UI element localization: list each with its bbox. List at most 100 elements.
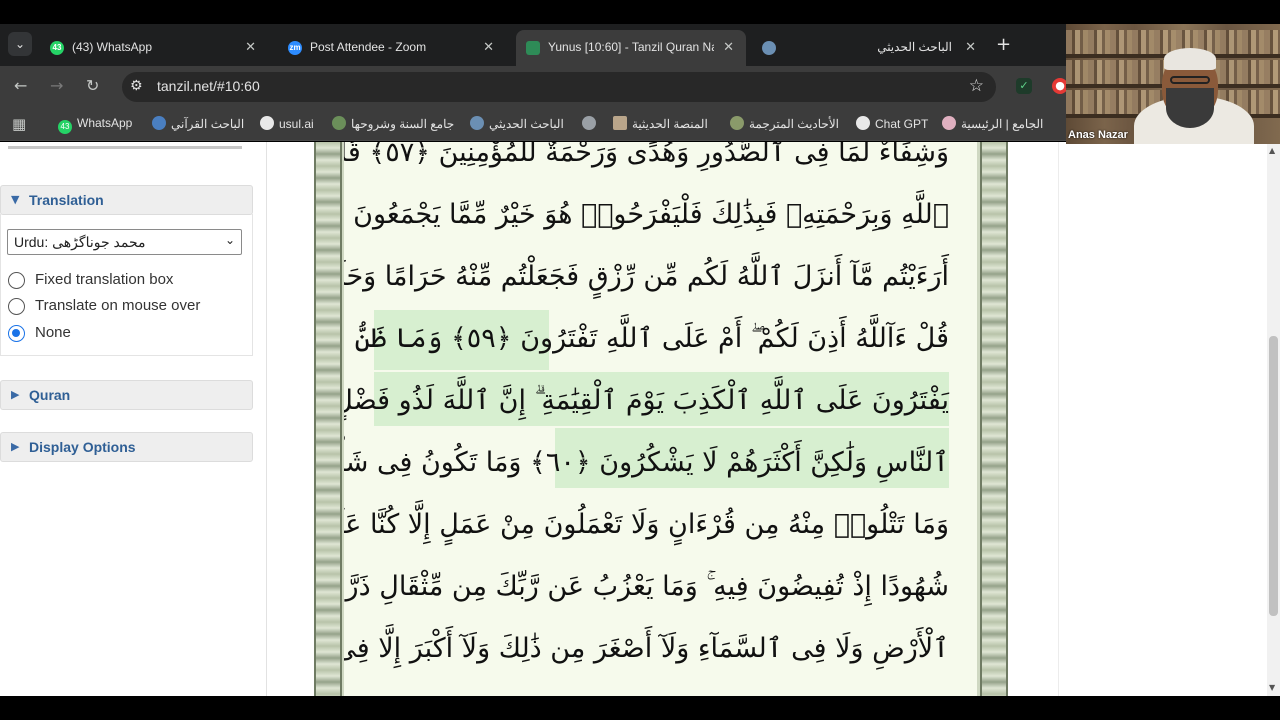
bookmark-icon — [942, 116, 956, 130]
tanzil-icon — [526, 41, 540, 55]
scroll-down-icon[interactable]: ▼ — [1269, 683, 1275, 692]
tab-title: Post Attendee - Zoom — [310, 40, 427, 54]
url-text: tanzil.net/#10:60 — [157, 78, 260, 94]
forward-icon[interactable]: → — [50, 76, 63, 95]
selected-translation: Urdu: محمد جوناگڑھی — [14, 234, 146, 250]
tab-title: Yunus [10:60] - Tanzil Quran Na — [548, 40, 714, 54]
tab-whatsapp[interactable]: 43 (43) WhatsApp ✕ — [40, 30, 268, 66]
bookmark-quran-search[interactable]: الباحث القرآني — [152, 116, 244, 131]
sidebar: ▼ Translation Urdu: محمد جوناگڑھی ⌄ Fixe… — [0, 142, 253, 696]
address-bar[interactable]: ⚙ tanzil.net/#10:60 ☆ — [122, 72, 996, 102]
collapse-arrow-icon: ▼ — [11, 193, 20, 206]
bookmark-label: Chat GPT — [875, 117, 929, 131]
close-icon[interactable]: ✕ — [483, 39, 494, 55]
screen: ⌄ 43 (43) WhatsApp ✕ zm Post Attendee - … — [0, 0, 1280, 720]
back-icon[interactable]: ← — [14, 76, 27, 95]
reload-icon[interactable]: ↻ — [86, 76, 99, 95]
bookmark-icon — [613, 116, 627, 130]
quran-panel-header[interactable]: ▶ Quran — [0, 380, 253, 410]
quran-line[interactable]: شُهُودًا إِذْ تُفِيضُونَ فِيهِ ۚ وَمَا ي… — [344, 556, 977, 618]
bookmark-globe[interactable] — [582, 116, 601, 131]
close-icon[interactable]: ✕ — [723, 39, 734, 55]
quran-line[interactable]: قُلْ ءَآللَّهُ أَذِنَ لَكُمْ ۖ أَمْ عَلَ… — [344, 308, 977, 370]
bookmark-icon — [152, 116, 166, 130]
apps-grid-icon[interactable]: ▦ — [12, 115, 26, 133]
bookmark-icon — [332, 116, 346, 130]
divider — [8, 146, 242, 149]
divider — [266, 142, 267, 696]
bookmark-jami-sunnah[interactable]: جامع السنة وشروحها — [332, 116, 454, 131]
chatgpt-icon — [856, 116, 870, 130]
scrollbar-thumb[interactable] — [1269, 336, 1278, 616]
radio-button[interactable] — [8, 298, 25, 315]
bookmark-chatgpt[interactable]: Chat GPT — [856, 116, 928, 131]
radio-label: Fixed translation box — [35, 271, 174, 288]
right-empty-pane — [1058, 142, 1267, 696]
bookmark-label: الباحث القرآني — [171, 117, 245, 131]
expand-arrow-icon: ▶ — [11, 388, 20, 401]
panel-title: Quran — [29, 387, 71, 403]
quran-line[interactable]: يَفْتَرُونَ عَلَى ٱللَّهِ ٱلْكَذِبَ يَوْ… — [344, 370, 977, 432]
quran-line[interactable]: ٱلْأَرْضِ وَلَا فِى ٱلسَّمَآءِ وَلَآ أَص… — [344, 618, 977, 680]
hadith-site-icon — [762, 41, 776, 55]
panel-title: Translation — [29, 192, 104, 208]
quran-line[interactable]: ٱلنَّاسِ وَلَٰكِنَّ أَكْثَرَهُمْ لَا يَش… — [344, 432, 977, 494]
bookmark-hadith-search[interactable]: الباحث الحديثي — [470, 116, 564, 131]
tab-title: الباحث الحديثي — [877, 40, 952, 54]
tab-tanzil[interactable]: Yunus [10:60] - Tanzil Quran Na ✕ — [516, 30, 746, 66]
person-beard — [1166, 88, 1214, 128]
participant-name: Anas Nazar — [1068, 129, 1128, 141]
expand-arrow-icon: ▶ — [11, 440, 20, 453]
whatsapp-icon: 43 — [50, 41, 64, 55]
site-info-icon[interactable]: ⚙ — [130, 78, 143, 94]
bookmark-whatsapp[interactable]: 43 WhatsApp — [58, 116, 132, 134]
radio-label: Translate on mouse over — [35, 297, 201, 314]
person-cap — [1164, 48, 1216, 70]
tab-hadith[interactable]: الباحث الحديثي ✕ — [752, 30, 988, 66]
bookmark-label: usul.ai — [279, 117, 314, 131]
bookmark-translated-hadith[interactable]: الأحاديث المترجمة — [730, 116, 839, 131]
panel-title: Display Options — [29, 439, 136, 455]
translation-select[interactable]: Urdu: محمد جوناگڑھی ⌄ — [7, 229, 242, 255]
radio-button-selected[interactable] — [8, 325, 25, 342]
close-icon[interactable]: ✕ — [245, 39, 256, 55]
bookmark-usul[interactable]: usul.ai — [260, 116, 314, 131]
bookmark-icon — [730, 116, 744, 130]
whatsapp-icon: 43 — [58, 120, 72, 134]
display-options-panel-header[interactable]: ▶ Display Options — [0, 432, 253, 462]
tanzil-page: ▼ Translation Urdu: محمد جوناگڑھی ⌄ Fixe… — [0, 142, 1267, 696]
ornamental-border — [980, 142, 1008, 696]
bookmark-aljami[interactable]: الجامع | الرئيسية — [942, 116, 1043, 131]
globe-icon — [582, 116, 596, 130]
translation-panel-header[interactable]: ▼ Translation — [0, 185, 253, 215]
webcam-video: Anas Nazar — [1066, 24, 1280, 144]
bookmark-icon — [470, 116, 484, 130]
chevron-down-icon: ⌄ — [224, 233, 235, 247]
tab-zoom[interactable]: zm Post Attendee - Zoom ✕ — [278, 30, 506, 66]
ornamental-border — [314, 142, 342, 696]
zoom-icon: zm — [288, 41, 302, 55]
bookmark-star-icon[interactable]: ☆ — [969, 76, 984, 96]
new-tab-button[interactable]: + — [996, 34, 1011, 55]
scroll-up-icon[interactable]: ▲ — [1269, 146, 1275, 155]
quran-text-area: وَشِفَآءٌ لِّمَا فِى ٱلصُّدُورِ وَهُدًى … — [344, 142, 977, 696]
close-icon[interactable]: ✕ — [965, 39, 976, 55]
quran-line[interactable]: ٱللَّهِ وَبِرَحْمَتِهِۦ فَبِذَٰلِكَ فَلْ… — [344, 184, 977, 246]
bookmark-label: الجامع | الرئيسية — [961, 117, 1044, 131]
tab-title: (43) WhatsApp — [72, 40, 153, 54]
bookmark-label: الأحاديث المترجمة — [749, 117, 840, 131]
usul-icon — [260, 116, 274, 130]
tab-search-button[interactable]: ⌄ — [8, 32, 32, 56]
quran-line[interactable]: وَمَا تَتْلُوا۟ مِنْهُ مِن قُرْءَانٍ وَل… — [344, 494, 977, 556]
person-glasses — [1170, 76, 1210, 84]
radio-button[interactable] — [8, 272, 25, 289]
bookmark-hadith-platform[interactable]: المنصة الحديثية — [613, 116, 708, 131]
quran-line[interactable]: وَشِفَآءٌ لِّمَا فِى ٱلصُّدُورِ وَهُدًى … — [344, 142, 977, 184]
extension-icon[interactable]: ✓ — [1016, 78, 1032, 94]
bookmark-label: WhatsApp — [77, 116, 133, 130]
bookmark-label: جامع السنة وشروحها — [351, 117, 455, 131]
radio-label: None — [35, 324, 71, 341]
bookmark-label: الباحث الحديثي — [489, 117, 564, 131]
quran-line[interactable]: أَرَءَيْتُم مَّآ أَنزَلَ ٱللَّهُ لَكُم م… — [344, 246, 977, 308]
page-scrollbar[interactable]: ▲ ▼ — [1267, 142, 1280, 696]
